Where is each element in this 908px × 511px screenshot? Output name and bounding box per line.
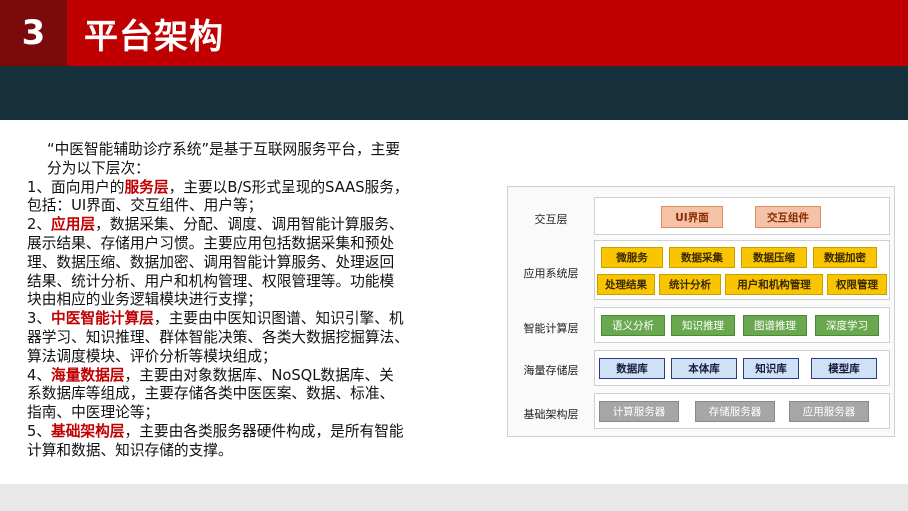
layer-label-infrastructure: 基础架构层: [523, 408, 579, 421]
item-2-line-4: 结果、统计分析、用户和机构管理、权限管理等。功能模: [27, 272, 395, 290]
item-1-prefix: 1、面向用户的: [27, 178, 125, 196]
layer-box-interaction: UI界面 交互组件: [594, 197, 890, 235]
item-5-prefix: 5、: [27, 422, 52, 440]
item-4-line-1: 4、海量数据层，主要由对象数据库、NoSQL数据库、关: [27, 367, 477, 386]
item-5-line-1: 5、基础架构层，主要由各类服务器硬件构成，是所有智能: [27, 423, 477, 442]
item-4-line-3: 指南、中医理论等；: [27, 404, 160, 422]
item-2-line-2: 展示结果、存储用户习惯。主要应用包括数据采集和预处: [27, 234, 395, 252]
layer-box-application: 微服务 数据采集 数据压缩 数据加密 处理结果 统计分析 用户和机构管理 权限管…: [594, 240, 890, 300]
layer-box-infrastructure: 计算服务器 存储服务器 应用服务器: [594, 393, 890, 429]
chip-semantic-analysis: 语义分析: [601, 315, 665, 336]
layer-label-storage: 海量存储层: [523, 364, 579, 377]
item-1-line-2: 包括：UI界面、交互组件、用户等；: [27, 197, 263, 215]
chip-data-compression: 数据压缩: [741, 247, 807, 268]
item-5-rest: ，主要由各类服务器硬件构成，是所有智能: [124, 422, 404, 440]
highlight-service-layer: 服务层: [124, 178, 169, 196]
item-2-prefix: 2、: [27, 216, 52, 234]
chip-ontology-library: 本体库: [671, 358, 737, 379]
highlight-data-layer: 海量数据层: [51, 366, 125, 384]
highlight-computing-layer: 中医智能计算层: [51, 310, 154, 328]
chip-microservice: 微服务: [601, 247, 663, 268]
intro-line-1: “中医智能辅助诊疗系统”是基于互联网服务平台，主要: [47, 141, 401, 158]
item-3-line-2: 器学习、知识推理、群体智能决策、各类大数据挖掘算法、: [27, 328, 409, 346]
chip-process-results: 处理结果: [597, 274, 655, 295]
item-4-line-2: 系数据库等组成，主要存储各类中医医案、数据、标准、: [27, 385, 395, 403]
item-3-prefix: 3、: [27, 310, 52, 328]
layer-label-application: 应用系统层: [523, 267, 579, 280]
page-title: 平台架构: [84, 16, 224, 57]
chip-compute-server: 计算服务器: [599, 401, 679, 422]
chip-data-encryption: 数据加密: [813, 247, 877, 268]
intro-line-2: 分为以下层次：: [47, 159, 150, 177]
chip-model-library: 模型库: [811, 358, 877, 379]
chip-statistics: 统计分析: [659, 274, 721, 295]
chip-application-server: 应用服务器: [789, 401, 869, 422]
item-2-line-3: 理、数据压缩、数据加密、调用智能计算服务、处理返回: [27, 253, 395, 271]
item-3-line-1: 3、中医智能计算层，主要由中医知识图谱、知识引擎、机: [27, 310, 477, 329]
item-2-line-1: 2、应用层，数据采集、分配、调度、调用智能计算服务、: [27, 216, 477, 235]
chip-data-collection: 数据采集: [669, 247, 735, 268]
item-5-line-2: 计算和数据、知识存储的支撑。: [27, 441, 233, 459]
layer-label-computing: 智能计算层: [523, 322, 579, 335]
chip-knowledge-reasoning: 知识推理: [671, 315, 735, 336]
item-4-rest: ，主要由对象数据库、NoSQL数据库、关: [124, 366, 394, 384]
item-3-line-3: 算法调度模块、评价分析等模块组成；: [27, 347, 277, 365]
chip-permission-management: 权限管理: [827, 274, 887, 295]
chip-graph-reasoning: 图谱推理: [743, 315, 807, 336]
layer-box-storage: 数据库 本体库 知识库 模型库: [594, 350, 890, 386]
description-text: “中医智能辅助诊疗系统”是基于互联网服务平台，主要 分为以下层次： 1、面向用户…: [27, 141, 477, 461]
chip-deep-learning: 深度学习: [815, 315, 879, 336]
item-1-line-1: 1、面向用户的服务层，主要以B/S形式呈现的SAAS服务，: [27, 179, 477, 198]
footer-bar: [0, 484, 908, 511]
architecture-diagram: 交互层 UI界面 交互组件 应用系统层 微服务 数据采集 数据压缩 数据加密 处…: [507, 186, 895, 437]
layer-label-interaction: 交互层: [534, 213, 568, 226]
header-band: [0, 66, 908, 120]
item-2-rest: ，数据采集、分配、调度、调用智能计算服务、: [95, 216, 404, 234]
highlight-infrastructure-layer: 基础架构层: [51, 422, 125, 440]
item-3-rest: ，主要由中医知识图谱、知识引擎、机: [153, 310, 404, 328]
item-2-line-5: 块由相应的业务逻辑模块进行支撑；: [27, 291, 263, 309]
item-4-prefix: 4、: [27, 366, 52, 384]
highlight-application-layer: 应用层: [51, 216, 96, 234]
chip-interaction-components: 交互组件: [755, 206, 821, 228]
chip-database: 数据库: [599, 358, 665, 379]
chip-user-org-management: 用户和机构管理: [725, 274, 823, 295]
chip-knowledge-base: 知识库: [743, 358, 799, 379]
item-1-rest: ，主要以B/S形式呈现的SAAS服务，: [168, 178, 409, 196]
layer-box-computing: 语义分析 知识推理 图谱推理 深度学习: [594, 307, 890, 343]
chip-storage-server: 存储服务器: [695, 401, 775, 422]
chip-ui: UI界面: [661, 206, 723, 228]
section-number: 3: [0, 0, 67, 66]
